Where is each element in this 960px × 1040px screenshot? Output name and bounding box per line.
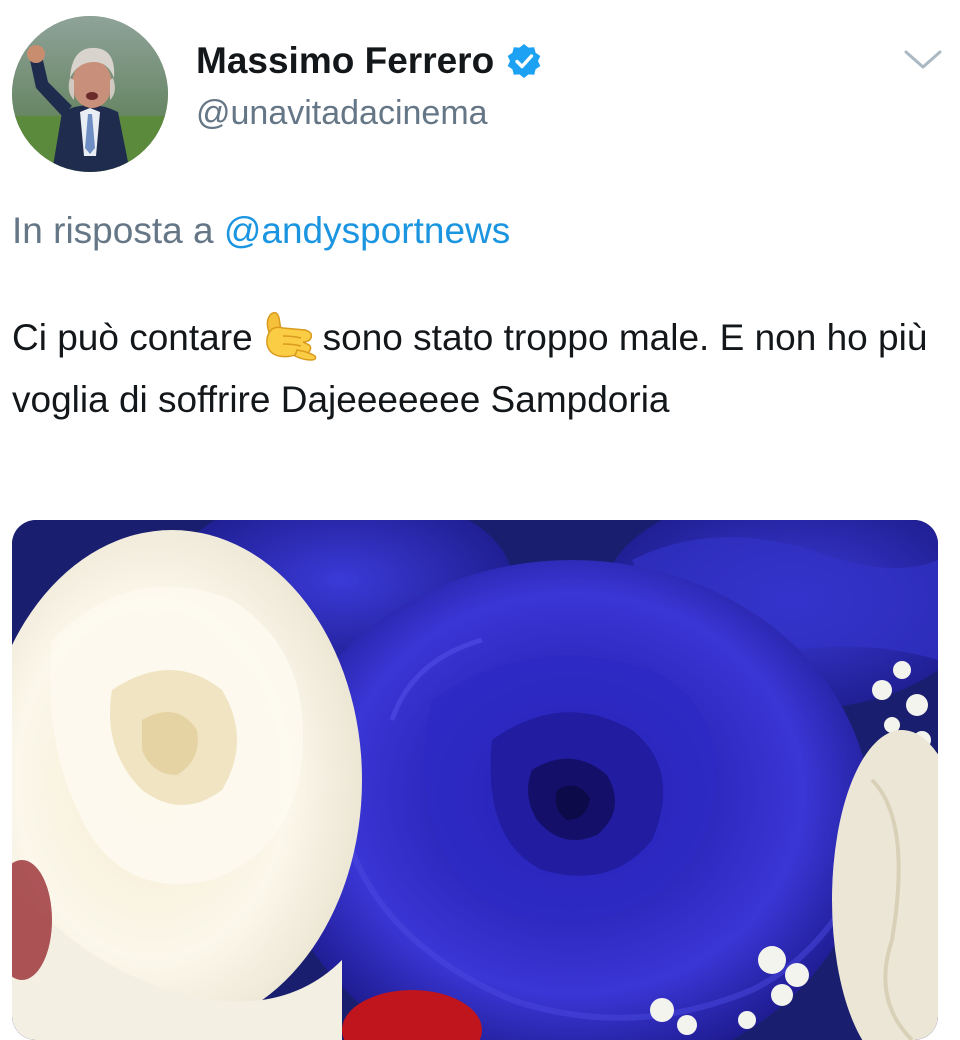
reply-context: In risposta a @andysportnews xyxy=(12,210,510,252)
call-me-hand-emoji-icon xyxy=(265,311,316,361)
rose-bouquet-photo xyxy=(12,520,938,1040)
reply-to-mention-link[interactable]: @andysportnews xyxy=(224,210,510,251)
tweet: Massimo Ferrero @unavitadacinema In risp… xyxy=(0,0,960,1040)
avatar[interactable] xyxy=(12,16,168,172)
reply-prefix: In risposta a xyxy=(12,210,214,251)
tweet-text: Ci può contare sono stato troppo male. E… xyxy=(12,307,942,431)
tweet-media-image[interactable] xyxy=(12,520,938,1040)
chevron-down-icon[interactable] xyxy=(900,44,946,74)
author-handle[interactable]: @unavitadacinema xyxy=(196,94,488,133)
tweet-text-part-1: Ci può contare xyxy=(12,317,253,358)
author-name-row: Massimo Ferrero xyxy=(196,36,542,86)
avatar-photo xyxy=(12,16,168,172)
verified-badge-icon xyxy=(507,44,541,78)
author-name[interactable]: Massimo Ferrero xyxy=(196,40,494,82)
